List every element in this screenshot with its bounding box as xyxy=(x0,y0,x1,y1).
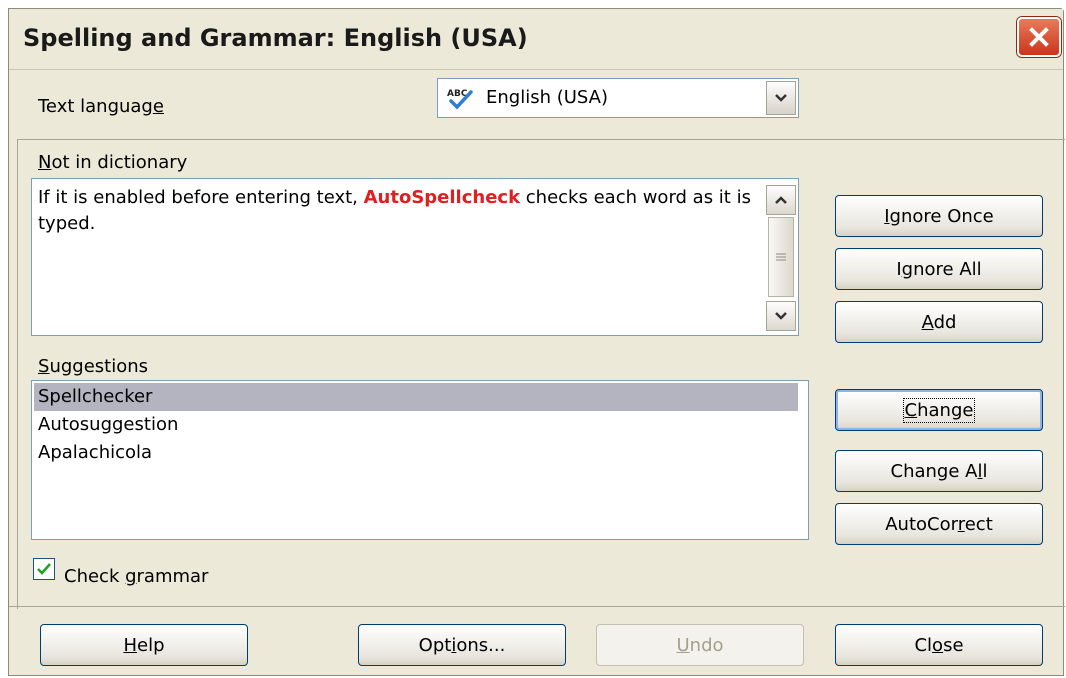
dropdown-arrow-button[interactable] xyxy=(766,81,796,115)
check-grammar-checkbox[interactable] xyxy=(33,558,55,580)
scroll-up-button[interactable] xyxy=(766,185,796,215)
text-language-dropdown[interactable]: ABC English (USA) xyxy=(437,78,799,118)
suggestions-list[interactable]: Spellchecker Autosuggestion Apalachicola xyxy=(31,380,809,540)
sentence-text[interactable]: If it is enabled before entering text, A… xyxy=(38,185,758,237)
grip-icon xyxy=(776,253,786,261)
scroll-down-button[interactable] xyxy=(766,301,796,331)
text-language-label: Text language xyxy=(38,96,164,117)
autocorrect-button[interactable]: AutoCorrect xyxy=(835,503,1043,545)
undo-button[interactable]: Undo xyxy=(596,624,804,666)
checkmark-icon xyxy=(37,563,51,575)
chevron-down-icon xyxy=(775,94,787,102)
help-button[interactable]: Help xyxy=(40,624,248,666)
close-window-button[interactable] xyxy=(1017,17,1061,57)
abc-check-icon: ABC xyxy=(445,86,481,115)
scroll-thumb[interactable] xyxy=(768,217,794,297)
close-icon xyxy=(1029,27,1049,47)
list-item[interactable]: Spellchecker xyxy=(34,383,798,411)
change-all-button[interactable]: Change All xyxy=(835,450,1043,492)
chevron-down-icon xyxy=(775,312,787,320)
check-grammar-label[interactable]: Check grammar xyxy=(64,566,208,587)
ignore-once-button[interactable]: Ignore Once xyxy=(835,195,1043,237)
change-button[interactable]: Change xyxy=(835,389,1043,431)
not-in-dictionary-textbox[interactable]: If it is enabled before entering text, A… xyxy=(31,178,799,336)
options-button[interactable]: Options... xyxy=(358,624,566,666)
window-title: Spelling and Grammar: English (USA) xyxy=(23,24,528,52)
not-in-dictionary-label: Not in dictionary xyxy=(38,152,188,173)
close-button[interactable]: Close xyxy=(835,624,1043,666)
suggestions-label: Suggestions xyxy=(38,356,149,377)
divider xyxy=(9,606,1065,607)
list-item[interactable]: Apalachicola xyxy=(34,439,798,467)
text-language-value: English (USA) xyxy=(486,87,609,108)
title-bar[interactable]: Spelling and Grammar: English (USA) xyxy=(9,9,1063,70)
ignore-all-button[interactable]: Ignore All xyxy=(835,248,1043,290)
vertical-scrollbar[interactable] xyxy=(766,185,796,331)
add-button[interactable]: Add xyxy=(835,301,1043,343)
chevron-up-icon xyxy=(775,196,787,204)
misspelled-word: AutoSpellcheck xyxy=(363,187,521,208)
list-item[interactable]: Autosuggestion xyxy=(34,411,798,439)
